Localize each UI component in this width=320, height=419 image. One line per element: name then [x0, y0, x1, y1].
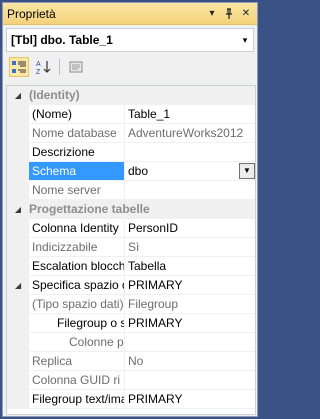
property-name: Colonne partizionamento	[29, 333, 125, 351]
property-name: Indicizzabile	[29, 238, 125, 256]
property-value[interactable]: PersonID	[125, 219, 255, 237]
categorized-icon[interactable]	[9, 57, 29, 77]
property-row[interactable]: Filegroup text/image PRIMARY	[7, 390, 255, 409]
property-row[interactable]: Descrizione	[7, 143, 255, 162]
property-row[interactable]: ◢ Specifica spazio dati PRIMARY	[7, 276, 255, 295]
property-pages-icon[interactable]	[66, 57, 86, 77]
property-name: Nome server	[29, 181, 125, 199]
pin-icon[interactable]	[222, 7, 236, 21]
property-value[interactable]: Sì	[125, 238, 255, 256]
property-row[interactable]: Colonna Identity PersonID	[7, 219, 255, 238]
property-row[interactable]: Indicizzabile Sì	[7, 238, 255, 257]
property-value[interactable]: Tabella	[125, 257, 255, 275]
alphabetical-icon[interactable]: A Z	[33, 57, 53, 77]
object-selector[interactable]: [Tbl] dbo. Table_1 ▾	[6, 28, 254, 52]
property-value[interactable]: PRIMARY	[125, 276, 255, 294]
property-value[interactable]	[125, 143, 255, 161]
close-icon[interactable]: ✕	[239, 7, 253, 21]
property-value[interactable]	[125, 333, 255, 351]
property-name: (Tipo spazio dati)	[29, 295, 125, 313]
property-name: Replica	[29, 352, 125, 370]
svg-text:Z: Z	[36, 69, 41, 75]
object-selector-text: [Tbl] dbo. Table_1	[11, 33, 113, 47]
category-table-design[interactable]: ◢ Progettazione tabelle	[7, 200, 255, 219]
property-name: Colonna GUID ri	[29, 371, 125, 389]
property-name: Descrizione	[29, 143, 125, 161]
svg-text:A: A	[36, 61, 41, 68]
property-name: Specifica spazio dati	[29, 276, 125, 294]
chevron-down-icon[interactable]: ▾	[237, 35, 253, 46]
property-row[interactable]: (Tipo spazio dati) Filegroup	[7, 295, 255, 314]
property-name: Escalation blocchi	[29, 257, 125, 275]
property-row[interactable]: Filegroup o schema PRIMARY	[7, 314, 255, 333]
window-menu-dropdown-icon[interactable]: ▾	[205, 7, 219, 21]
property-grid: ◢ (Identity) (Nome) Table_1 Nome databas…	[6, 85, 256, 415]
dropdown-arrow-icon[interactable]: ▼	[239, 163, 255, 179]
property-value[interactable]: PRIMARY	[125, 314, 255, 332]
property-row[interactable]: Replica No	[7, 352, 255, 371]
category-label: Progettazione tabelle	[29, 202, 150, 216]
property-value[interactable]: dbo ▼	[125, 162, 255, 180]
property-value[interactable]	[125, 371, 255, 389]
property-name: Filegroup text/image	[29, 390, 125, 408]
property-row[interactable]: (Nome) Table_1	[7, 105, 255, 124]
property-row[interactable]: Nome server	[7, 181, 255, 200]
property-name: Nome database	[29, 124, 125, 142]
properties-toolbar: A Z	[6, 54, 254, 80]
title-bar: Proprietà ▾ ✕	[3, 3, 257, 25]
property-name: Filegroup o schema	[29, 314, 125, 332]
property-name: Colonna Identity	[29, 219, 125, 237]
property-value[interactable]: Table_1	[125, 105, 255, 123]
property-name: Schema	[29, 162, 125, 180]
collapse-icon[interactable]: ◢	[7, 86, 29, 104]
collapse-icon[interactable]: ◢	[7, 200, 29, 218]
property-row[interactable]: Escalation blocchi Tabella	[7, 257, 255, 276]
property-name: (Nome)	[29, 105, 125, 123]
collapse-icon[interactable]: ◢	[15, 281, 21, 290]
property-row[interactable]: Nome database AdventureWorks2012	[7, 124, 255, 143]
property-value[interactable]: Filegroup	[125, 295, 255, 313]
schema-value: dbo	[128, 164, 149, 178]
toolbar-separator	[59, 59, 60, 75]
property-value[interactable]	[125, 181, 255, 199]
property-value[interactable]: AdventureWorks2012	[125, 124, 255, 142]
property-row[interactable]: Colonna GUID ri	[7, 371, 255, 390]
window-title: Proprietà	[7, 6, 56, 21]
category-label: (Identity)	[29, 88, 80, 102]
property-value[interactable]: No	[125, 352, 255, 370]
property-value[interactable]: PRIMARY	[125, 390, 255, 408]
property-row-selected[interactable]: Schema dbo ▼	[7, 162, 255, 181]
properties-window: Proprietà ▾ ✕ [Tbl] dbo. Table_1 ▾ A Z ◢…	[2, 2, 258, 417]
property-row[interactable]: Colonne partizionamento	[7, 333, 255, 352]
category-identity[interactable]: ◢ (Identity)	[7, 86, 255, 105]
